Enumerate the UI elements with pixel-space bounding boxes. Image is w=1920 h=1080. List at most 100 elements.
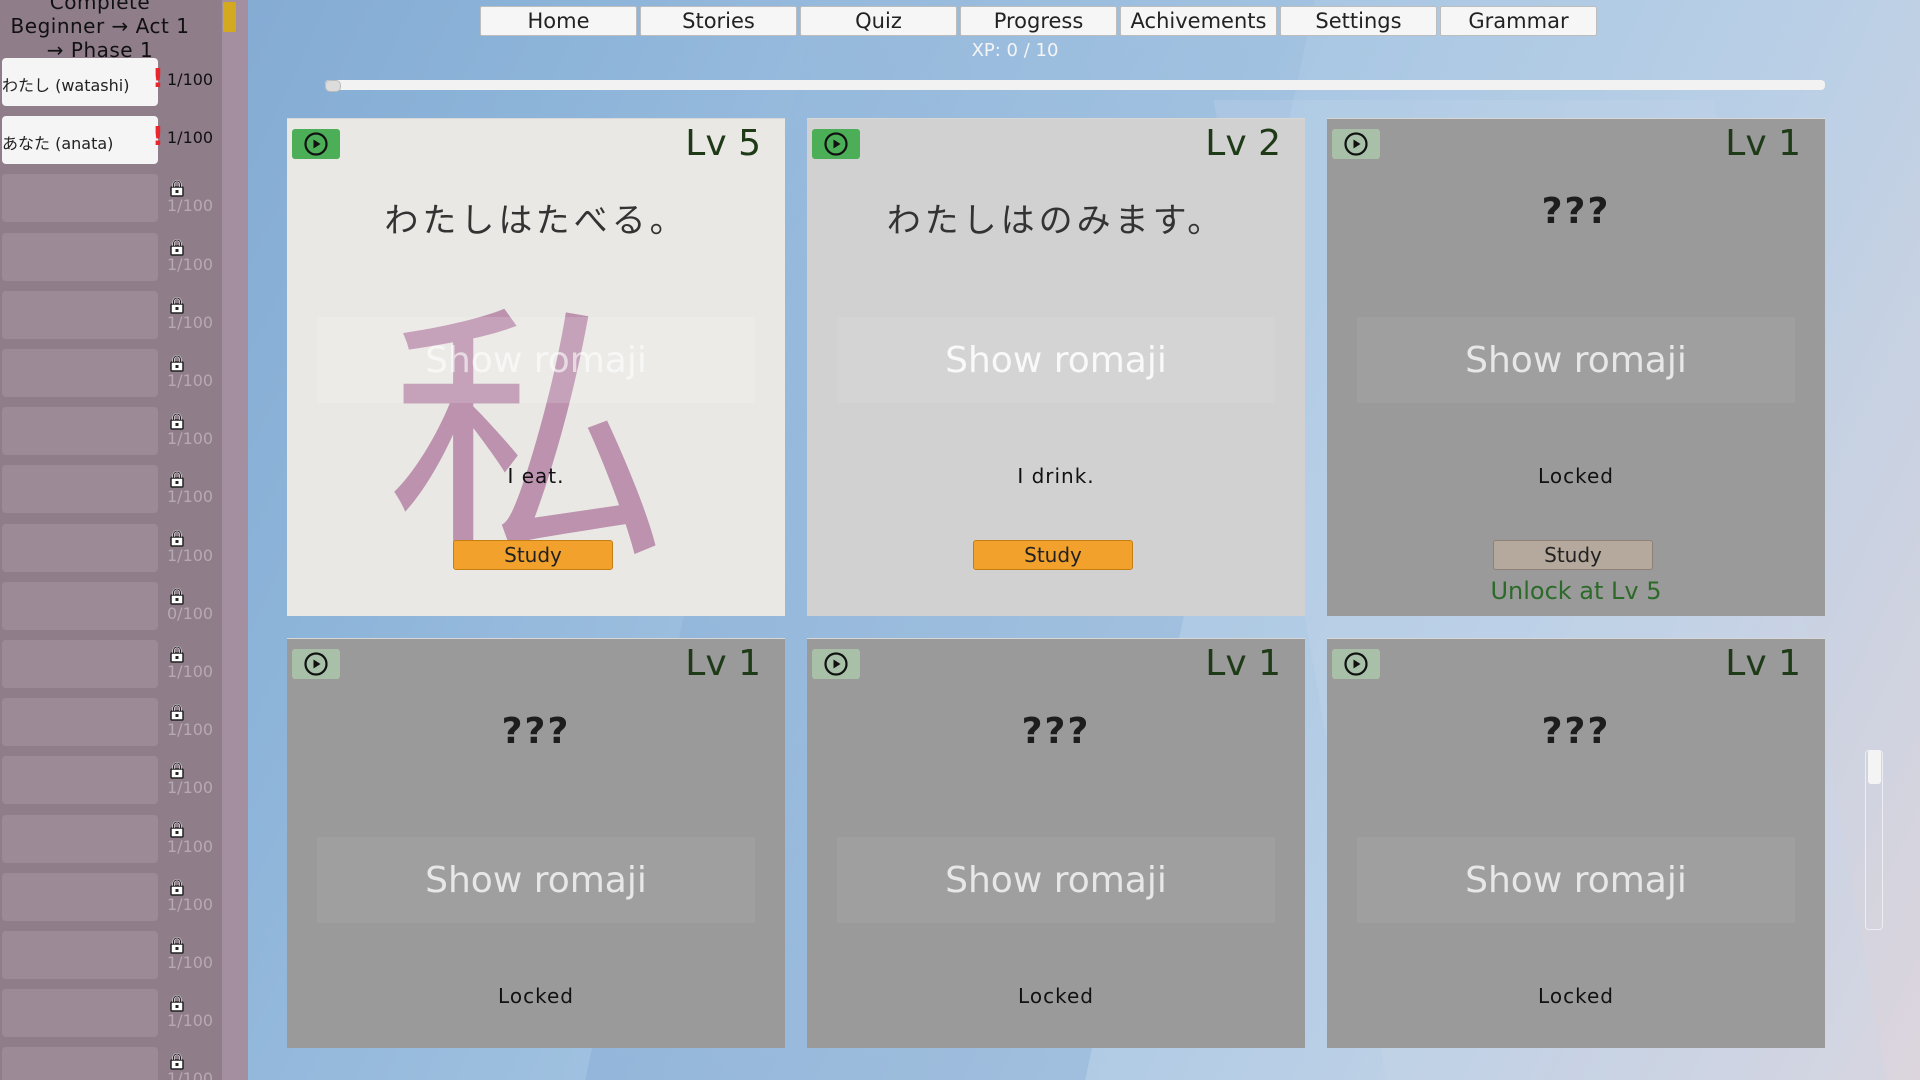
word-progress-count: 1/100 bbox=[167, 837, 213, 856]
word-progress-count: 1/100 bbox=[167, 778, 213, 797]
play-circle-icon bbox=[823, 651, 849, 677]
card-level: Lv 1 bbox=[1725, 123, 1801, 164]
sidebar-scrollbar-thumb[interactable] bbox=[223, 2, 236, 32]
card-meaning: Locked bbox=[1327, 464, 1825, 488]
xp-progress-bar bbox=[325, 80, 1825, 90]
word-list-item[interactable]: わたし (watashi)!1/100 bbox=[2, 58, 222, 108]
sentence-card: Lv 1???Show romajiLockedStudyUnlock at L… bbox=[1327, 118, 1825, 616]
card-meaning: Locked bbox=[1327, 984, 1825, 1008]
word-list-item[interactable]: 1/100 bbox=[2, 291, 222, 341]
lock-icon bbox=[168, 645, 186, 663]
play-audio-button[interactable] bbox=[292, 649, 340, 679]
main-menu: Home Stories Quiz Progress Achivements S… bbox=[480, 6, 1597, 36]
card-meaning: I drink. bbox=[807, 464, 1305, 488]
study-button[interactable]: Study bbox=[973, 540, 1133, 570]
word-progress-count: 1/100 bbox=[167, 1069, 213, 1080]
alert-icon: ! bbox=[152, 124, 164, 150]
play-circle-icon bbox=[303, 131, 329, 157]
word-button[interactable] bbox=[2, 465, 158, 513]
alert-icon: ! bbox=[152, 66, 164, 92]
word-button[interactable] bbox=[2, 407, 158, 455]
word-button[interactable] bbox=[2, 989, 158, 1037]
cards-scrollbar-thumb[interactable] bbox=[1868, 750, 1881, 784]
show-romaji-button[interactable]: Show romaji bbox=[317, 317, 755, 403]
menu-stories-button[interactable]: Stories bbox=[640, 6, 797, 36]
play-circle-icon bbox=[823, 131, 849, 157]
lock-icon bbox=[168, 820, 186, 838]
word-progress-count: 1/100 bbox=[167, 720, 213, 739]
word-button[interactable] bbox=[2, 349, 158, 397]
study-button[interactable]: Study bbox=[453, 540, 613, 570]
card-meaning: Locked bbox=[807, 984, 1305, 1008]
play-audio-button[interactable] bbox=[812, 129, 860, 159]
word-list-item[interactable]: 1/100 bbox=[2, 756, 222, 806]
menu-home-button[interactable]: Home bbox=[480, 6, 637, 36]
word-button[interactable] bbox=[2, 873, 158, 921]
card-level: Lv 1 bbox=[685, 643, 761, 684]
show-romaji-button[interactable]: Show romaji bbox=[317, 837, 755, 923]
menu-grammar-button[interactable]: Grammar bbox=[1440, 6, 1597, 36]
word-list-item[interactable]: 1/100 bbox=[2, 174, 222, 224]
word-list-item[interactable]: 1/100 bbox=[2, 524, 222, 574]
word-progress-count: 1/100 bbox=[167, 487, 213, 506]
word-list-item[interactable]: 1/100 bbox=[2, 349, 222, 399]
word-button[interactable] bbox=[2, 291, 158, 339]
word-button[interactable] bbox=[2, 233, 158, 281]
card-level: Lv 5 bbox=[685, 123, 761, 164]
word-list-item[interactable]: 0/100 bbox=[2, 582, 222, 632]
sidebar-scrollbar-track[interactable] bbox=[222, 0, 248, 1080]
word-button[interactable] bbox=[2, 931, 158, 979]
study-button[interactable]: Study bbox=[1493, 540, 1653, 570]
play-audio-button[interactable] bbox=[1332, 649, 1380, 679]
word-progress-count: 1/100 bbox=[167, 196, 213, 215]
show-romaji-button[interactable]: Show romaji bbox=[837, 837, 1275, 923]
lock-icon bbox=[168, 587, 186, 605]
word-list-item[interactable]: 1/100 bbox=[2, 407, 222, 457]
word-button[interactable] bbox=[2, 640, 158, 688]
unlock-requirement: Unlock at Lv 5 bbox=[1327, 577, 1825, 605]
card-level: Lv 1 bbox=[1725, 643, 1801, 684]
lock-icon bbox=[168, 1052, 186, 1070]
word-progress-count: 1/100 bbox=[167, 662, 213, 681]
word-list-item[interactable]: 1/100 bbox=[2, 465, 222, 515]
word-button[interactable]: あなた (anata) bbox=[2, 116, 158, 164]
lock-icon bbox=[168, 296, 186, 314]
word-button[interactable]: わたし (watashi) bbox=[2, 58, 158, 106]
menu-quiz-button[interactable]: Quiz bbox=[800, 6, 957, 36]
sentence-card: Lv 1???Show romajiLocked bbox=[807, 638, 1305, 1048]
word-list-item[interactable]: 1/100 bbox=[2, 233, 222, 283]
menu-settings-button[interactable]: Settings bbox=[1280, 6, 1437, 36]
word-list-item[interactable]: 1/100 bbox=[2, 815, 222, 865]
word-button[interactable] bbox=[2, 1047, 158, 1080]
phase-title: Complete Beginner → Act 1 → Phase 1 bbox=[0, 0, 200, 62]
card-sentence: わたしはたべる。 bbox=[287, 193, 785, 242]
word-button[interactable] bbox=[2, 582, 158, 630]
word-button[interactable] bbox=[2, 174, 158, 222]
play-audio-button[interactable] bbox=[292, 129, 340, 159]
word-list-item[interactable]: 1/100 bbox=[2, 1047, 222, 1080]
play-audio-button[interactable] bbox=[1332, 129, 1380, 159]
word-button[interactable] bbox=[2, 756, 158, 804]
card-sentence: ??? bbox=[1327, 711, 1825, 752]
word-label: あなた (anata) bbox=[2, 130, 113, 154]
word-list-item[interactable]: あなた (anata)!1/100 bbox=[2, 116, 222, 166]
sentence-card: Lv 1???Show romajiLocked bbox=[287, 638, 785, 1048]
word-list-item[interactable]: 1/100 bbox=[2, 698, 222, 748]
menu-progress-button[interactable]: Progress bbox=[960, 6, 1117, 36]
word-list-item[interactable]: 1/100 bbox=[2, 931, 222, 981]
menu-achievements-button[interactable]: Achivements bbox=[1120, 6, 1277, 36]
word-button[interactable] bbox=[2, 524, 158, 572]
word-list-item[interactable]: 1/100 bbox=[2, 640, 222, 690]
word-progress-count: 1/100 bbox=[167, 429, 213, 448]
word-button[interactable] bbox=[2, 815, 158, 863]
word-list-item[interactable]: 1/100 bbox=[2, 989, 222, 1039]
word-list-item[interactable]: 1/100 bbox=[2, 873, 222, 923]
play-circle-icon bbox=[1343, 651, 1369, 677]
card-level: Lv 1 bbox=[1205, 643, 1281, 684]
show-romaji-button[interactable]: Show romaji bbox=[837, 317, 1275, 403]
lock-icon bbox=[168, 994, 186, 1012]
show-romaji-button[interactable]: Show romaji bbox=[1357, 837, 1795, 923]
word-button[interactable] bbox=[2, 698, 158, 746]
play-audio-button[interactable] bbox=[812, 649, 860, 679]
show-romaji-button[interactable]: Show romaji bbox=[1357, 317, 1795, 403]
